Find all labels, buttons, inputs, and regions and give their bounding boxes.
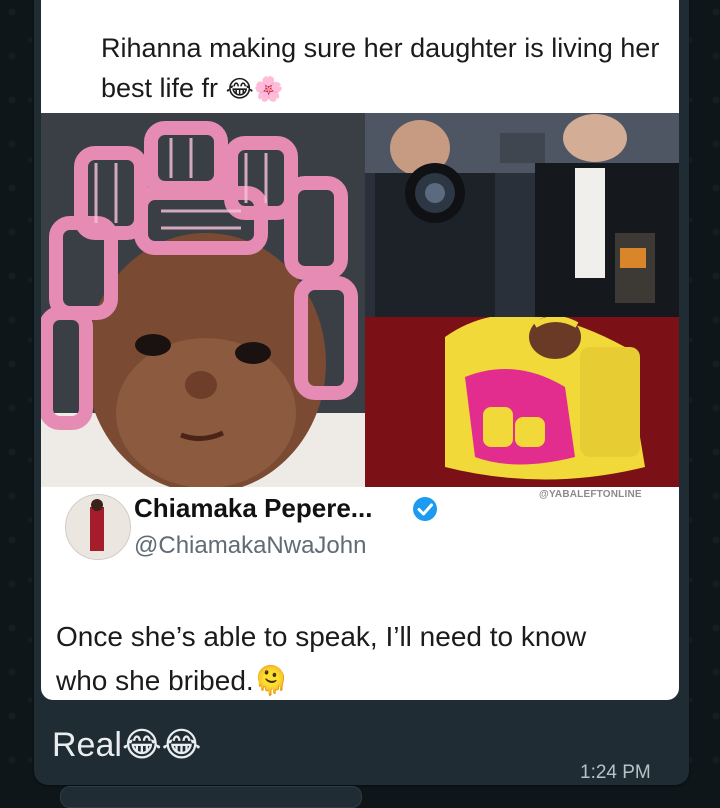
author-name: Chiamaka Pepere... <box>134 493 373 523</box>
tweet-emoji: 🫠 <box>253 665 289 696</box>
avatar <box>65 494 131 560</box>
photographers-photo <box>365 113 679 317</box>
message-text: Real😂😂 <box>52 725 201 765</box>
tweet-body: Once she’s able to speak, I’ll need to k… <box>56 621 587 696</box>
post-caption: Rihanna making sure her daughter is livi… <box>101 28 661 110</box>
tweet-text: Once she’s able to speak, I’ll need to k… <box>56 615 596 703</box>
caption-emojis: 😂🌸 <box>225 76 284 103</box>
message-body: Real <box>52 726 122 764</box>
baby-rollers-photo <box>41 113 365 487</box>
reaction-bar[interactable] <box>60 786 362 808</box>
author-handle: @ChiamakaNwaJohn <box>134 532 367 559</box>
message-timestamp: 1:24 PM <box>580 762 651 783</box>
watermark: @YABALEFTONLINE <box>539 489 642 500</box>
shared-image[interactable]: Rihanna making sure her daughter is livi… <box>41 0 679 700</box>
verified-badge-icon <box>412 496 438 522</box>
caption-text: Rihanna making sure her daughter is livi… <box>101 33 660 103</box>
baby-yellow-photo <box>365 317 679 487</box>
message-emojis: 😂😂 <box>121 726 202 764</box>
